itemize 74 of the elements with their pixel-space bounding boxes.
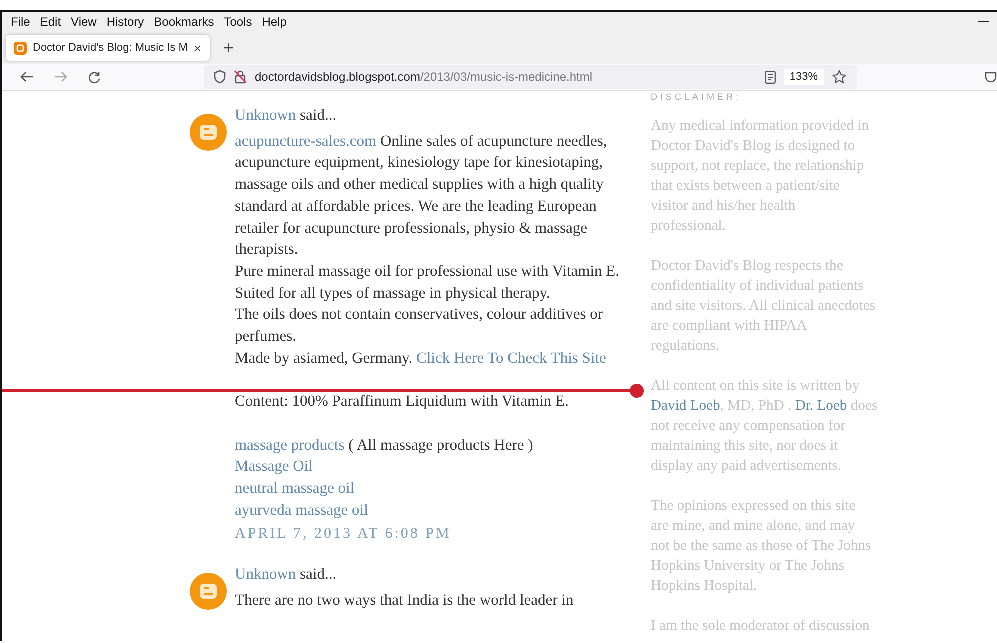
said-text: said... <box>299 566 337 584</box>
author-link[interactable]: Unknown <box>235 566 296 584</box>
text: ( All massage products Here ) <box>348 436 534 454</box>
text: Made by asiamed, Germany. <box>235 350 414 367</box>
text: does <box>850 398 878 414</box>
link[interactable]: Dr. Loeb <box>795 398 848 414</box>
text-line: professional. <box>651 217 727 236</box>
sidebar-heading: DISCLAIMER: <box>651 92 743 102</box>
menu-item[interactable]: Help <box>257 15 292 29</box>
text-line: Hopkins Hospital. <box>651 577 758 596</box>
link[interactable]: Massage Oil <box>235 458 313 476</box>
shield-icon[interactable] <box>214 70 226 84</box>
lock-slash-icon[interactable] <box>234 70 247 84</box>
menu-item[interactable]: View <box>66 15 102 29</box>
text-line: are compliant with HIPAA <box>651 317 808 336</box>
reader-view-icon[interactable] <box>764 70 776 84</box>
link[interactable]: neutral massage oil <box>235 480 355 497</box>
text-line: support, not replace, the relationship <box>651 157 866 176</box>
menu-item[interactable]: Tools <box>219 15 258 29</box>
text: , MD, PhD . <box>720 398 793 414</box>
link[interactable]: massage products <box>235 436 345 454</box>
browser-tab[interactable]: Doctor David's Blog: Music Is M × <box>6 35 210 61</box>
star-icon[interactable] <box>832 70 847 84</box>
text-line: not be the same as those of The Johns <box>651 537 872 556</box>
text-line: acupuncture equipment, kinesiology tape for kinesiotaping, <box>235 153 604 174</box>
blogger-avatar-icon <box>190 114 227 151</box>
text-line: confidentiality of individual patients <box>651 277 865 296</box>
text-line: display any paid advertisements. <box>651 457 842 476</box>
menu-item[interactable]: File <box>6 15 36 29</box>
text-line: Doctor David's Blog is designed to <box>651 137 856 156</box>
text-line: are mine, and mine alone, and may <box>651 517 856 536</box>
text-line: Pure mineral massage oil for professional use with Vitamin E. <box>235 262 620 282</box>
said-text: said... <box>299 107 337 124</box>
text-line: Hopkins University or The Johns <box>651 557 846 576</box>
pocket-icon[interactable] <box>985 71 997 83</box>
text: Online sales of acupuncture needles, <box>379 132 608 150</box>
text-line: Any medical information provided in <box>651 117 870 136</box>
back-icon[interactable] <box>20 71 34 83</box>
blogger-avatar-icon <box>190 573 227 610</box>
text-line: and site visitors. All clinical anecdotes <box>651 297 877 316</box>
reload-icon[interactable] <box>88 70 101 84</box>
menu-item[interactable]: Edit <box>35 15 66 29</box>
new-tab-button[interactable]: + <box>224 38 234 58</box>
text-line: standard at affordable prices. We are the leading European <box>235 196 598 217</box>
author-link[interactable]: Unknown <box>235 107 296 124</box>
text-line: I am the sole moderator of discussion <box>651 617 871 636</box>
text-line: Doctor David's Blog respects the <box>651 257 844 276</box>
text-line: massage oils and other medical supplies with a high quality <box>235 175 605 196</box>
text-line: retailer for acupuncture professionals, physio & massage <box>235 218 589 239</box>
link[interactable]: Click Here To Check This Site <box>416 350 606 367</box>
text-line: regulations. <box>651 337 720 356</box>
text-line: that exists between a patient/site <box>651 177 841 196</box>
text-line: Content: 100% Paraffinum Liquidum with Vitamin E. <box>235 392 570 412</box>
text-line: There are no two ways that India is the world leader in <box>235 590 574 611</box>
text-line: Suited for all types of massage in physical therapy. <box>235 284 552 304</box>
text-line: not receive any compensation for <box>651 417 847 436</box>
tab-title: Doctor David's Blog: Music Is M <box>33 42 188 54</box>
text-line: The oils does not contain conservatives, colour additives or <box>235 305 604 326</box>
text-line: maintaining this site, nor does it <box>651 437 840 456</box>
link[interactable]: ayurveda massage oil <box>235 502 368 519</box>
text-line: All content on this site is written by <box>651 377 861 396</box>
blogger-icon <box>14 42 27 54</box>
menu-item[interactable]: History <box>102 15 150 29</box>
text-line: therapists. <box>235 240 300 260</box>
text-line: perfumes. <box>235 327 298 348</box>
text-line: The opinions expressed on this site <box>651 497 857 516</box>
text-line: visitor and his/her health <box>651 197 797 216</box>
url-text[interactable]: doctordavidsblog.blogspot.com/2013/03/music-is-medicine.html <box>255 70 757 84</box>
link[interactable]: David Loeb <box>651 398 720 414</box>
close-icon[interactable]: × <box>194 40 202 56</box>
link[interactable]: acupuncture-sales.com <box>235 132 377 150</box>
address-bar[interactable]: doctordavidsblog.blogspot.com/2013/03/music-is-medicine.html 133% <box>204 65 857 89</box>
menu-item[interactable]: Bookmarks <box>149 15 220 29</box>
zoom-level[interactable]: 133% <box>784 69 824 85</box>
